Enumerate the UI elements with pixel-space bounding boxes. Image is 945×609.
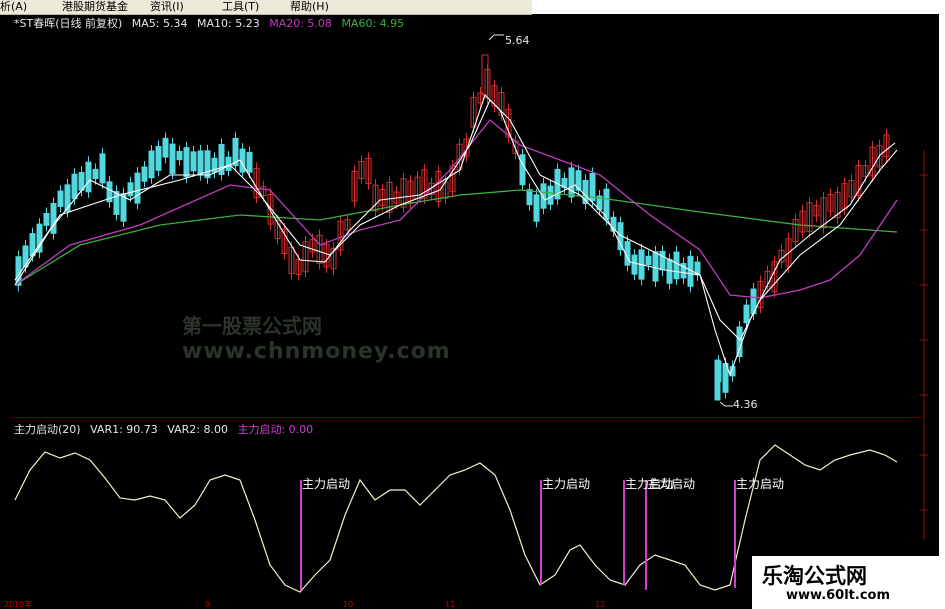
main-chart-info: *ST春晖(日线 前复权) MA5: 5.34 MA10: 5.23 MA20:…: [14, 17, 410, 30]
candle: [533, 194, 540, 222]
candle: [183, 147, 190, 178]
var2-value: VAR2: 8.00: [167, 423, 228, 436]
low-price-label: 4.36: [733, 398, 758, 411]
high-price-label: 5.64: [505, 34, 530, 47]
signal-label-5: 主力启动: [736, 477, 785, 491]
candle: [92, 168, 99, 180]
time-label-9: 9: [205, 600, 211, 609]
candle: [631, 254, 638, 275]
signal-label-2: 主力启动: [542, 477, 591, 491]
watermark-line1: 第一股票公式网: [182, 314, 322, 338]
time-label-12: 12: [595, 600, 606, 609]
candle: [113, 191, 120, 215]
candle: [197, 150, 204, 176]
brand-title: 乐淘公式网: [762, 564, 867, 588]
kline-chart[interactable]: [0, 0, 945, 609]
candle: [99, 153, 106, 184]
stock-title: *ST春晖(日线 前复权): [14, 17, 123, 30]
signal-label-1: 主力启动: [302, 477, 351, 491]
candle: [652, 251, 659, 282]
indicator-info: 主力启动(20) VAR1: 90.73 VAR2: 8.00 主力启动: 0.…: [14, 423, 319, 436]
brand-url: www.60lt.com: [786, 588, 891, 603]
ma20-value: MA20: 5.08: [269, 17, 332, 30]
candle-low: [714, 359, 721, 401]
candle: [568, 167, 575, 198]
site-brand-overlay: 乐淘公式网 www.60lt.com: [752, 556, 945, 609]
ma60-value: MA60: 4.95: [341, 17, 405, 30]
ma5-line: [14, 93, 896, 377]
signal-label-4: 主力启动: [647, 477, 696, 491]
candle: [547, 185, 554, 205]
high-marker: [488, 34, 504, 41]
candle: [141, 166, 148, 182]
candle: [64, 184, 71, 212]
ma5-value: MA5: 5.34: [131, 17, 188, 30]
candle: [57, 190, 64, 207]
candle: [85, 161, 92, 193]
candle: [540, 183, 547, 209]
candle: [71, 173, 78, 200]
candle: [134, 172, 141, 204]
candle: [659, 250, 666, 271]
ma10-value: MA10: 5.23: [197, 17, 260, 30]
candle: [246, 151, 253, 173]
candle: [526, 189, 533, 206]
candle: [155, 145, 162, 171]
candle: [169, 143, 176, 174]
watermark: 第一股票公式网 www.chnmoney.com: [182, 313, 451, 365]
candle: [519, 154, 526, 186]
candle: [673, 251, 680, 280]
time-label-11: 11: [445, 600, 456, 609]
candle: [225, 156, 232, 171]
candle: [50, 202, 57, 234]
low-marker: [719, 401, 733, 407]
candle: [645, 255, 652, 266]
watermark-line2: www.chnmoney.com: [182, 339, 451, 364]
candle: [127, 182, 134, 197]
candle: [176, 150, 183, 161]
signal-value: 主力启动: 0.00: [237, 423, 314, 436]
time-axis: 2010年 9 10 11 12: [0, 600, 752, 609]
candle: [148, 150, 155, 179]
candle: [204, 150, 211, 179]
candle: [43, 212, 50, 226]
indicator-name: 主力启动(20): [14, 423, 81, 436]
var1-value: VAR1: 90.73: [90, 423, 158, 436]
time-label-year: 2010年: [4, 600, 33, 609]
candle: [190, 151, 197, 172]
time-label-10: 10: [343, 600, 354, 609]
candle: [743, 304, 750, 324]
candle: [162, 137, 169, 158]
ma60-line: [14, 189, 898, 286]
panel-divider[interactable]: [12, 417, 924, 418]
candle: [22, 245, 29, 268]
